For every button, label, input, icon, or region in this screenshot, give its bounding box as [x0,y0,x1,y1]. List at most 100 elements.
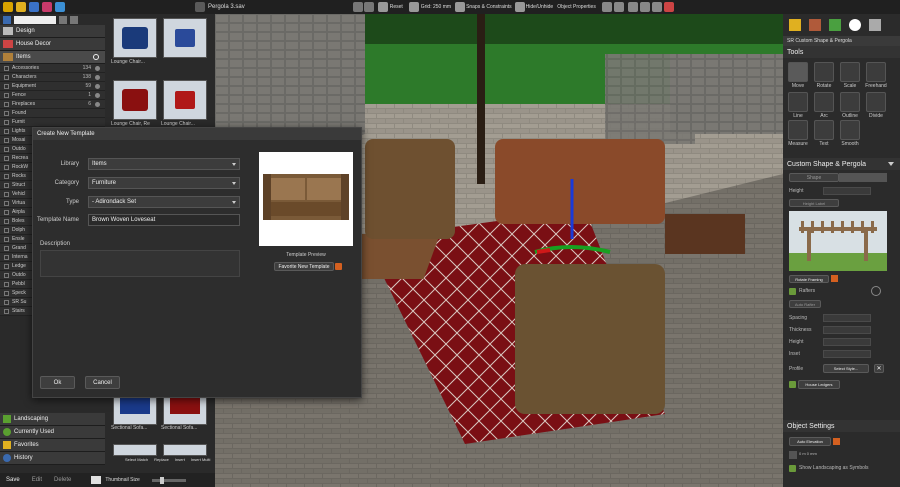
view-3d-icon[interactable] [363,2,374,12]
spacing-input[interactable] [823,314,871,322]
brick-icon[interactable] [809,19,821,31]
item-checkbox[interactable] [4,128,9,134]
open-folder-icon[interactable] [16,2,26,12]
height-input[interactable] [823,187,871,195]
shape-tab[interactable]: Shape [789,173,839,182]
house-ledgers-button[interactable]: House Ledgers [798,380,840,389]
subcategory-item[interactable]: Found [0,109,105,118]
section-landscaping[interactable]: Landscaping [0,413,105,426]
subcategory-item[interactable]: Accessories 134 [0,64,105,73]
item-checkbox[interactable] [4,74,9,80]
item-checkbox[interactable] [4,92,9,98]
grid-button[interactable]: Grid: 250 mm [421,4,451,10]
eye-icon[interactable] [514,2,525,12]
item-checkbox[interactable] [4,164,9,170]
tool-move-button[interactable] [788,62,808,82]
custom-shape-header[interactable]: Custom Shape & Pergola [783,158,900,170]
tool-measure-button[interactable] [788,120,808,140]
item-checkbox[interactable] [4,254,9,260]
thumbnail-size-slider[interactable] [151,476,186,484]
favorite-new-template-button[interactable]: Favorite New Template [274,262,334,271]
lounge-chair-thumb[interactable] [113,18,157,58]
item-checkbox[interactable] [4,182,9,188]
thumb-8[interactable] [163,444,207,456]
add-icon[interactable] [95,92,100,98]
subcategory-item[interactable]: Equipment 59 [0,82,105,91]
breadcrumb[interactable]: SR Custom Shape & Pergola [783,36,900,46]
tool-divide-button[interactable] [866,92,886,112]
edit-button[interactable]: Edit [32,477,42,483]
item-checkbox[interactable] [4,119,9,125]
item-checkbox[interactable] [4,146,9,152]
object-settings-header[interactable]: Object Settings [783,420,900,432]
ok-button[interactable]: Ok [40,376,75,389]
cancel-button[interactable]: Cancel [85,376,120,389]
item-checkbox[interactable] [4,227,9,233]
item-checkbox[interactable] [4,218,9,224]
lounge-chair-red-thumb[interactable] [113,80,157,120]
category-select[interactable]: Furniture [88,177,240,189]
copy-icon[interactable] [639,2,650,12]
item-checkbox[interactable] [4,200,9,206]
delete-icon[interactable] [663,2,674,12]
subcategory-item[interactable]: Fence 1 [0,91,105,100]
elevation-input[interactable]: 0 m 0 mm [799,451,817,456]
thumb-7[interactable] [113,444,157,456]
auto-rafter-button[interactable]: Auto Rafter [789,300,821,308]
auto-elevation-button[interactable]: Auto Elevation [789,437,831,446]
add-icon[interactable] [95,74,100,80]
chair-thumb[interactable] [163,18,207,58]
item-checkbox[interactable] [4,83,9,89]
reset-icon[interactable] [377,2,388,12]
item-checkbox[interactable] [4,191,9,197]
delete-button[interactable]: Delete [54,477,71,483]
section-favorites[interactable]: Favorites [0,439,105,452]
add-icon[interactable] [95,101,100,107]
item-checkbox[interactable] [4,272,9,278]
rafters-checkbox[interactable] [789,288,796,295]
share-icon[interactable] [42,2,52,12]
image-icon[interactable] [70,15,78,24]
grid-icon[interactable] [408,2,419,12]
select-style-button[interactable]: Select Style... [823,364,869,373]
item-checkbox[interactable] [4,290,9,296]
item-checkbox[interactable] [4,209,9,215]
item-checkbox[interactable] [4,173,9,179]
template-name-input[interactable]: Brown Woven Loveseat [88,214,240,226]
favorite-star-icon[interactable] [335,263,342,270]
item-checkbox[interactable] [4,308,9,314]
magnet-icon[interactable] [455,2,466,12]
search-input[interactable] [14,15,56,24]
item-checkbox[interactable] [4,299,9,305]
clear-style-button[interactable]: ✕ [874,364,884,373]
save-button[interactable]: Save [6,477,20,483]
type-select[interactable]: - Adirondack Set [88,196,240,208]
category-house-decor[interactable]: House Decor [0,38,105,51]
item-checkbox[interactable] [4,101,9,107]
house-ledgers-checkbox[interactable] [789,381,796,388]
rotate-framing-toggle[interactable] [831,275,838,282]
cut-icon[interactable] [627,2,638,12]
tool-rotate-button[interactable] [814,62,834,82]
object-properties-button[interactable]: Object Properties [557,4,596,10]
item-checkbox[interactable] [4,65,9,71]
description-textarea[interactable] [40,250,240,277]
select-match-button[interactable]: Select Match [125,457,148,462]
height-label-button[interactable]: Height Label [789,199,839,207]
insert-multi-button[interactable]: Insert Multi [191,457,211,462]
auto-elevation-toggle[interactable] [833,438,840,445]
tree-icon[interactable] [829,19,841,31]
item-checkbox[interactable] [4,281,9,287]
replace-button[interactable]: Replace [154,457,169,462]
item-checkbox[interactable] [4,263,9,269]
gallery-icon[interactable] [869,19,881,31]
item-checkbox[interactable] [4,245,9,251]
rotate-framing-button[interactable]: Rotate Framing [789,275,829,283]
subcategory-item[interactable]: Furnit [0,118,105,127]
redo-icon[interactable] [613,2,624,12]
hide-unhide-button[interactable]: Hide/Unhide [526,4,554,10]
inset-input[interactable] [823,350,871,358]
check-circle-icon[interactable] [849,19,861,31]
new-file-icon[interactable] [3,2,13,12]
rafter-height-input[interactable] [823,338,871,346]
